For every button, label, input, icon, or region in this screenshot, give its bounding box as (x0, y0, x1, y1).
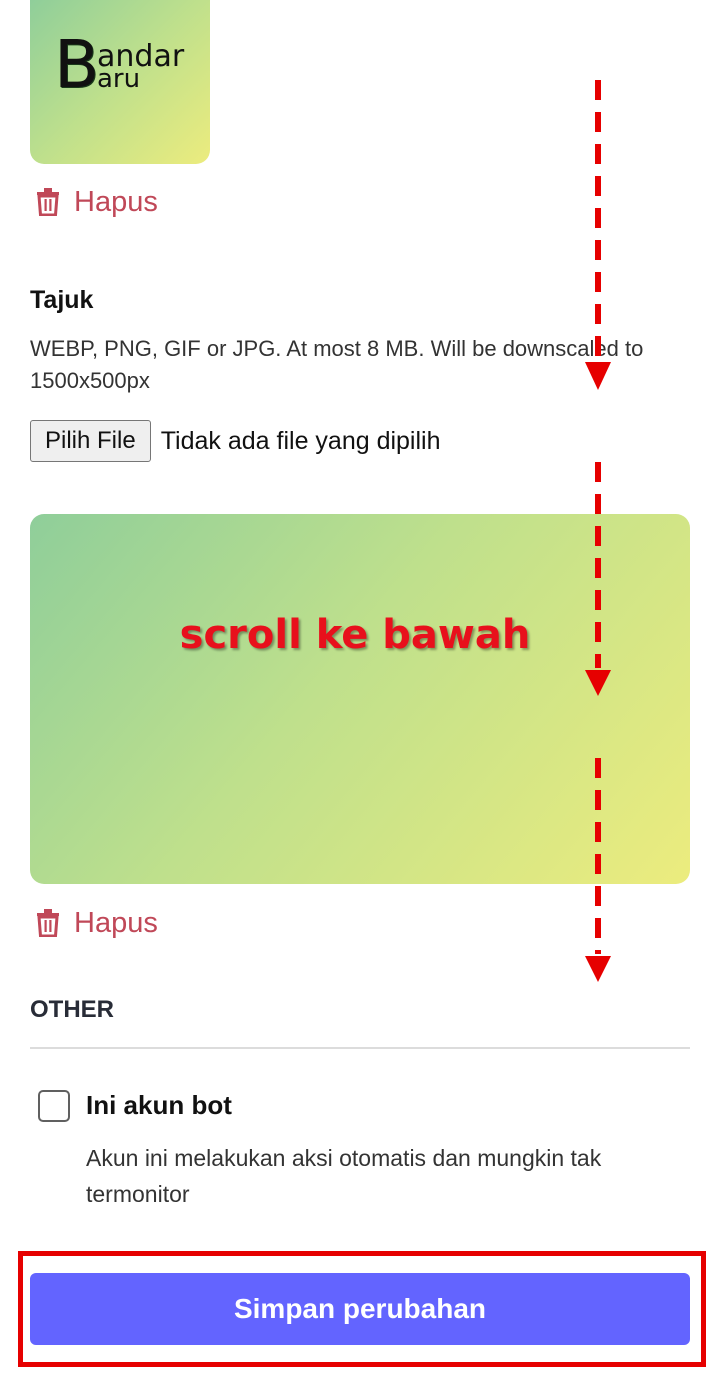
edit-profile-page: B andar aru Hapus Tajuk WEBP, PNG, GIF o… (0, 0, 720, 1374)
save-changes-button[interactable]: Simpan perubahan (30, 1273, 690, 1345)
other-section-heading: OTHER (30, 996, 114, 1023)
bot-account-label[interactable]: Ini akun bot (86, 1090, 232, 1121)
file-input: Pilih File Tidak ada file yang dipilih (30, 420, 441, 462)
delete-header-label: Hapus (74, 906, 158, 939)
section-divider (30, 1047, 690, 1049)
trash-icon (37, 188, 59, 216)
delete-avatar-button[interactable]: Hapus (36, 182, 158, 222)
bot-account-hint: Akun ini melakukan aksi otomatis dan mun… (86, 1145, 602, 1207)
header-field-title: Tajuk (30, 286, 94, 314)
file-status-text: Tidak ada file yang dipilih (160, 426, 441, 455)
delete-header-button[interactable]: Hapus (36, 903, 158, 943)
logo-text-line2: aru (97, 64, 141, 94)
scroll-down-arrows-icon (585, 80, 611, 982)
avatar-preview: B andar aru (30, 0, 210, 164)
delete-avatar-label: Hapus (74, 185, 158, 218)
choose-file-button[interactable]: Pilih File (30, 420, 151, 462)
logo-letter: B (54, 26, 99, 103)
trash-icon (37, 909, 59, 937)
bot-account-checkbox[interactable] (38, 1090, 70, 1122)
